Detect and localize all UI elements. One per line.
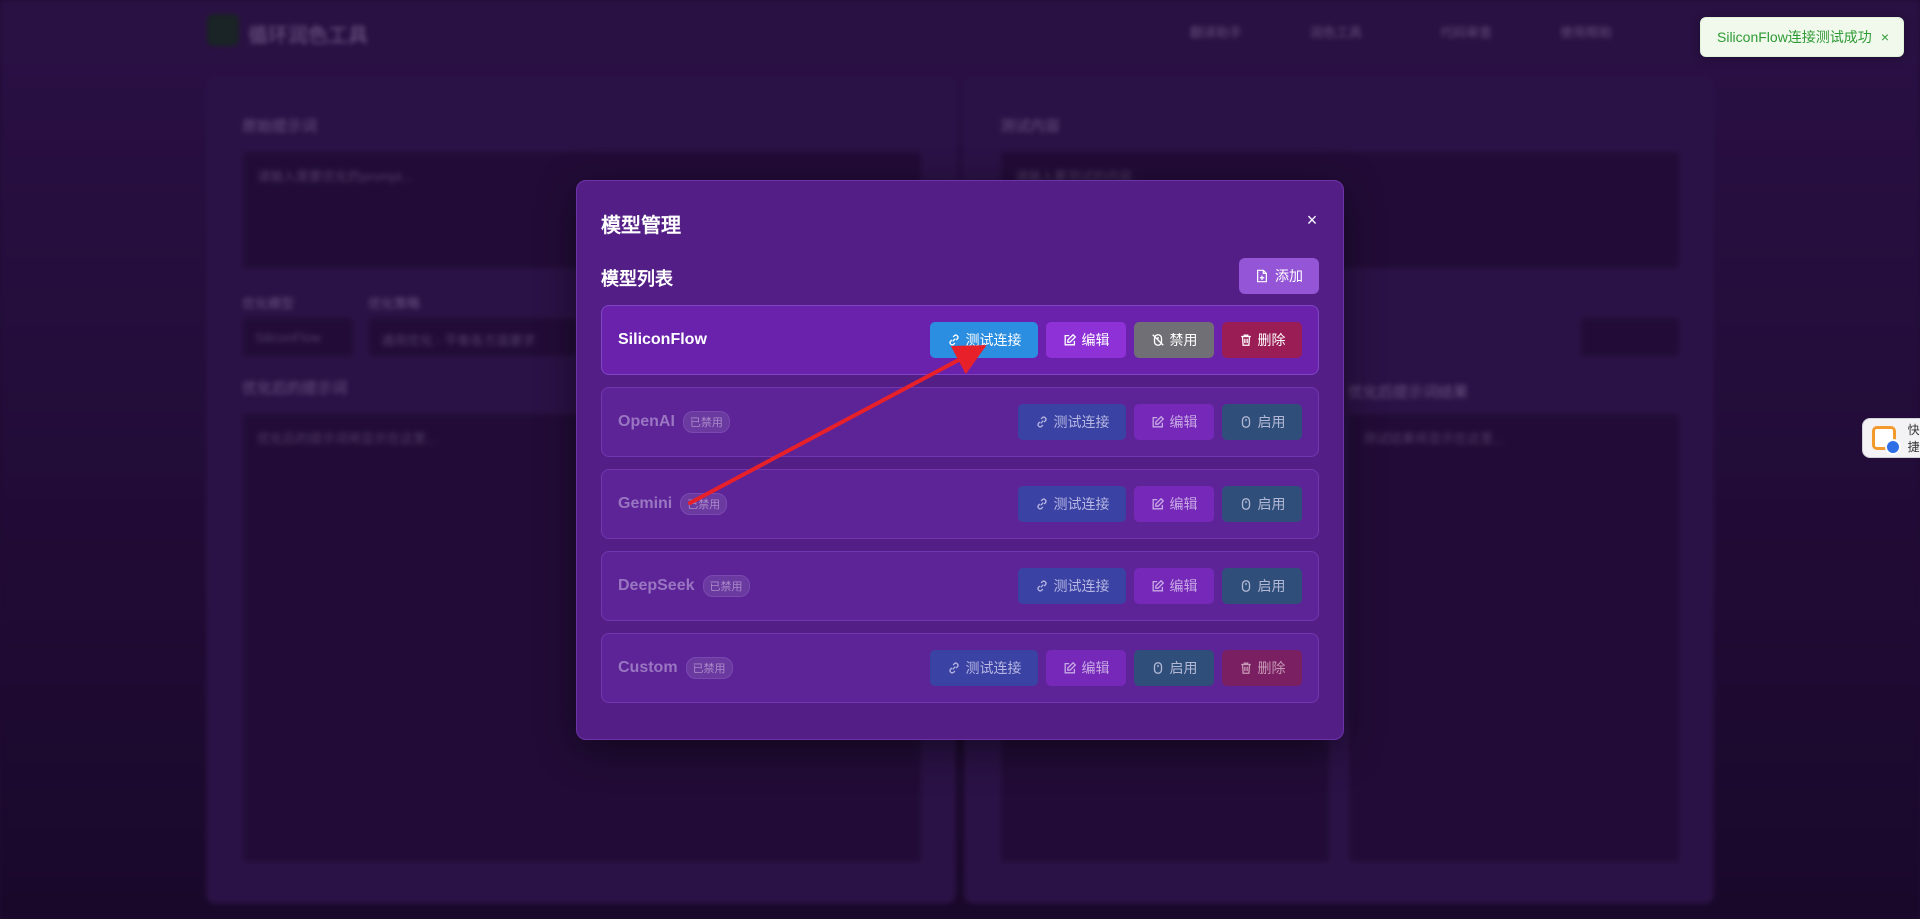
edit-label: 编辑	[1169, 496, 1198, 512]
delete-button[interactable]: 删除	[1222, 650, 1302, 686]
test-connection-button[interactable]: 测试连接	[1018, 486, 1126, 522]
edit-label: 编辑	[1081, 332, 1110, 348]
link-icon	[948, 662, 959, 674]
status-badge: 已禁用	[680, 493, 728, 515]
model-row-openai: OpenAI 已禁用 测试连接 编辑 启用	[601, 387, 1319, 457]
model-name: Custom	[618, 659, 678, 676]
dialog-title: 模型管理	[601, 215, 681, 237]
disable-button[interactable]: 禁用	[1134, 322, 1214, 358]
test-connection-label: 测试连接	[1053, 578, 1110, 594]
trash-icon	[1240, 662, 1251, 674]
enable-button[interactable]: 启用	[1222, 404, 1302, 440]
enable-label: 启用	[1257, 496, 1286, 512]
mouse-icon	[1153, 662, 1162, 674]
side-widget-label: 快捷	[1907, 423, 1920, 454]
model-name: DeepSeek	[618, 577, 695, 594]
test-connection-label: 测试连接	[1053, 496, 1110, 512]
edit-icon	[1152, 579, 1164, 592]
close-icon[interactable]: ×	[1303, 211, 1321, 229]
link-icon	[1036, 416, 1047, 428]
test-connection-button[interactable]: 测试连接	[930, 322, 1038, 358]
test-connection-button[interactable]: 测试连接	[1018, 404, 1126, 440]
enable-label: 启用	[1257, 578, 1286, 594]
edit-button[interactable]: 编辑	[1134, 568, 1214, 604]
model-row-deepseek: DeepSeek 已禁用 测试连接 编辑 启用	[601, 551, 1319, 621]
add-model-label: 添加	[1275, 268, 1303, 284]
edit-icon	[1064, 333, 1076, 346]
widget-app-icon	[1872, 426, 1901, 455]
model-row-gemini: Gemini 已禁用 测试连接 编辑 启用	[601, 469, 1319, 539]
model-name: OpenAI	[618, 413, 675, 430]
status-badge: 已禁用	[682, 411, 730, 433]
toast-message: SiliconFlow连接测试成功	[1717, 29, 1872, 45]
model-list-title: 模型列表	[601, 269, 673, 289]
enable-button[interactable]: 启用	[1222, 568, 1302, 604]
test-connection-label: 测试连接	[1053, 414, 1110, 430]
mouse-icon	[1241, 498, 1250, 510]
enable-label: 启用	[1169, 660, 1198, 676]
success-toast: SiliconFlow连接测试成功 ×	[1700, 17, 1904, 57]
test-connection-button[interactable]: 测试连接	[1018, 568, 1126, 604]
edit-label: 编辑	[1169, 414, 1198, 430]
enable-button[interactable]: 启用	[1134, 650, 1214, 686]
link-icon	[1036, 498, 1047, 510]
status-badge: 已禁用	[702, 575, 750, 597]
test-connection-label: 测试连接	[965, 332, 1022, 348]
mouse-icon	[1241, 580, 1250, 592]
edit-label: 编辑	[1169, 578, 1198, 594]
add-model-button[interactable]: 添加	[1239, 258, 1319, 294]
delete-label: 删除	[1257, 332, 1286, 348]
status-badge: 已禁用	[685, 657, 733, 679]
toast-close-icon[interactable]: ×	[1881, 29, 1889, 45]
delete-button[interactable]: 删除	[1222, 322, 1302, 358]
trash-icon	[1240, 334, 1251, 346]
enable-button[interactable]: 启用	[1222, 486, 1302, 522]
model-management-dialog: 模型管理 × 模型列表 添加 SiliconFlow 测试连接 编辑 禁用 删除	[576, 180, 1344, 740]
mouse-icon	[1241, 416, 1250, 428]
edit-icon	[1152, 415, 1164, 428]
test-connection-label: 测试连接	[965, 660, 1022, 676]
delete-label: 删除	[1257, 660, 1286, 676]
model-row-custom: Custom 已禁用 测试连接 编辑 启用 删除	[601, 633, 1319, 703]
link-icon	[948, 334, 959, 346]
enable-label: 启用	[1257, 414, 1286, 430]
add-file-icon	[1257, 269, 1267, 283]
model-name: SiliconFlow	[618, 331, 707, 348]
edit-button[interactable]: 编辑	[1134, 404, 1214, 440]
model-row-siliconflow: SiliconFlow 测试连接 编辑 禁用 删除	[601, 305, 1319, 375]
link-icon	[1036, 580, 1047, 592]
edit-button[interactable]: 编辑	[1046, 650, 1126, 686]
model-name: Gemini	[618, 495, 673, 512]
disable-label: 禁用	[1169, 332, 1198, 348]
side-float-widget[interactable]: 快捷	[1862, 418, 1920, 458]
mouse-off-icon	[1151, 334, 1164, 346]
edit-label: 编辑	[1081, 660, 1110, 676]
edit-icon	[1152, 497, 1164, 510]
edit-button[interactable]: 编辑	[1134, 486, 1214, 522]
edit-icon	[1064, 661, 1076, 674]
edit-button[interactable]: 编辑	[1046, 322, 1126, 358]
test-connection-button[interactable]: 测试连接	[930, 650, 1038, 686]
